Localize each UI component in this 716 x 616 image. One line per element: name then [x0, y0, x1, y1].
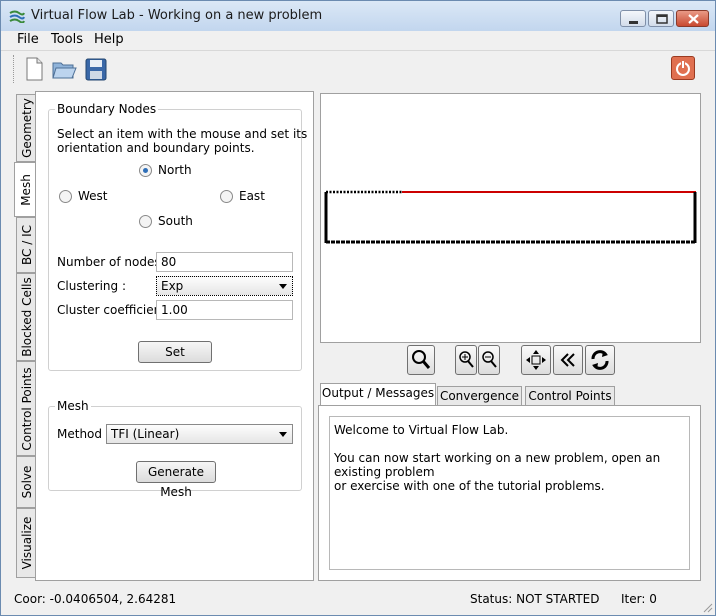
tab-convergence[interactable]: Convergence [437, 386, 522, 406]
rewind-button[interactable] [553, 345, 583, 375]
domain-boundary-drawing [324, 190, 697, 244]
zoom-out-icon [482, 351, 497, 368]
tab-output-messages[interactable]: Output / Messages [320, 383, 436, 406]
toolbar-grip [13, 55, 16, 83]
resize-grip-icon[interactable] [701, 601, 713, 613]
tab-control-points[interactable]: Control Points [16, 361, 36, 456]
num-nodes-input[interactable]: 80 [156, 252, 293, 272]
boundary-nodes-title: Boundary Nodes [55, 102, 159, 116]
power-icon [676, 61, 690, 76]
clustering-select[interactable]: Exp [156, 276, 293, 296]
clustering-label: Clustering : [57, 279, 127, 293]
mesh-canvas[interactable] [320, 93, 701, 343]
app-window: Virtual Flow Lab - Working on a new prob… [0, 0, 716, 616]
boundary-nodes-group: Boundary Nodes Select an item with the m… [48, 102, 307, 371]
zoom-button[interactable] [407, 345, 435, 375]
close-icon [688, 14, 699, 24]
open-folder-icon [52, 62, 77, 79]
tab-solve[interactable]: Solve [16, 456, 36, 508]
set-button[interactable]: Set [138, 341, 212, 363]
zoom-in-icon [459, 351, 474, 368]
generate-mesh-button[interactable]: Generate Mesh [136, 461, 216, 499]
method-value: TFI (Linear) [111, 427, 180, 441]
zoom-out-button[interactable] [478, 345, 500, 375]
chevron-down-icon [279, 284, 287, 289]
save-file-button[interactable] [83, 55, 109, 83]
menu-bar: File Tools Help [1, 31, 715, 50]
new-file-button[interactable] [21, 55, 47, 83]
zoom-in-button[interactable] [455, 345, 477, 375]
chevron-down-icon [279, 432, 287, 437]
tab-visualize[interactable]: Visualize [16, 508, 36, 578]
refresh-button[interactable] [585, 345, 615, 375]
rewind-icon [560, 353, 575, 367]
clustering-value: Exp [161, 279, 184, 293]
mesh-group-title: Mesh [55, 399, 91, 413]
power-button[interactable] [671, 56, 695, 80]
run-status: Status: NOT STARTED [470, 592, 600, 606]
instruction-text-2: orientation and boundary points. [57, 141, 255, 155]
method-label: Method : [57, 427, 110, 441]
message-line: Welcome to Virtual Flow Lab. [334, 423, 509, 437]
menu-file[interactable]: File [15, 32, 41, 47]
tab-mesh-label: Mesh [18, 173, 33, 206]
radio-east-label: East [239, 189, 265, 203]
message-log[interactable]: Welcome to Virtual Flow Lab. You can now… [329, 416, 690, 570]
zoom-icon [412, 350, 431, 369]
menu-help[interactable]: Help [92, 32, 126, 47]
open-file-button[interactable] [51, 55, 77, 83]
pan-button[interactable] [521, 345, 551, 375]
tab-mesh[interactable]: Mesh [14, 162, 36, 217]
tab-control-points-label: Control Points [19, 366, 34, 451]
radio-south-label: South [158, 214, 193, 228]
coordinates-readout: Coor: -0.0406504, 2.64281 [14, 592, 177, 606]
tab-bc-ic[interactable]: BC / IC [16, 217, 36, 273]
radio-west-label: West [78, 189, 108, 203]
tab-control-points-output[interactable]: Control Points [525, 386, 615, 406]
tab-bc-ic-label: BC / IC [19, 225, 34, 265]
method-select[interactable]: TFI (Linear) [106, 424, 293, 444]
mesh-panel: Boundary Nodes Select an item with the m… [35, 91, 314, 581]
radio-west[interactable] [59, 190, 72, 203]
tab-blocked-cells-label: Blocked Cells [19, 277, 34, 357]
pan-icon [526, 350, 546, 370]
radio-south[interactable] [139, 215, 152, 228]
message-line: or exercise with one of the tutorial pro… [334, 479, 605, 493]
tab-blocked-cells[interactable]: Blocked Cells [16, 273, 36, 361]
tab-geometry[interactable]: Geometry [16, 94, 36, 162]
app-logo-icon [9, 10, 25, 23]
tab-visualize-label: Visualize [19, 516, 34, 570]
toolbar [1, 50, 715, 89]
radio-north[interactable] [139, 164, 152, 177]
mesh-group: Mesh Method : TFI (Linear) Generate Mesh [48, 399, 302, 499]
maximize-button[interactable] [648, 10, 674, 27]
minimize-icon [629, 21, 638, 24]
radio-east[interactable] [220, 190, 233, 203]
radio-north-label: North [158, 163, 192, 177]
num-nodes-label: Number of nodes : [57, 255, 169, 269]
tab-geometry-label: Geometry [19, 98, 34, 158]
output-panel: Welcome to Virtual Flow Lab. You can now… [318, 405, 701, 581]
new-file-icon [26, 57, 43, 81]
instruction-text-1: Select an item with the mouse and set it… [57, 127, 308, 141]
menu-tools[interactable]: Tools [49, 32, 85, 47]
refresh-icon [591, 350, 609, 370]
message-line: You can now start working on a new probl… [334, 451, 661, 479]
minimize-button[interactable] [620, 10, 646, 27]
status-bar: Coor: -0.0406504, 2.64281 Status: NOT ST… [1, 585, 715, 615]
title-bar: Virtual Flow Lab - Working on a new prob… [1, 1, 715, 31]
iteration-count: Iter: 0 [621, 592, 657, 606]
close-button[interactable] [676, 10, 709, 27]
maximize-icon [656, 14, 668, 24]
tab-solve-label: Solve [19, 465, 34, 499]
save-disk-icon [85, 58, 107, 81]
window-title: Virtual Flow Lab - Working on a new prob… [31, 8, 323, 23]
cluster-coeff-input[interactable]: 1.00 [156, 300, 293, 320]
